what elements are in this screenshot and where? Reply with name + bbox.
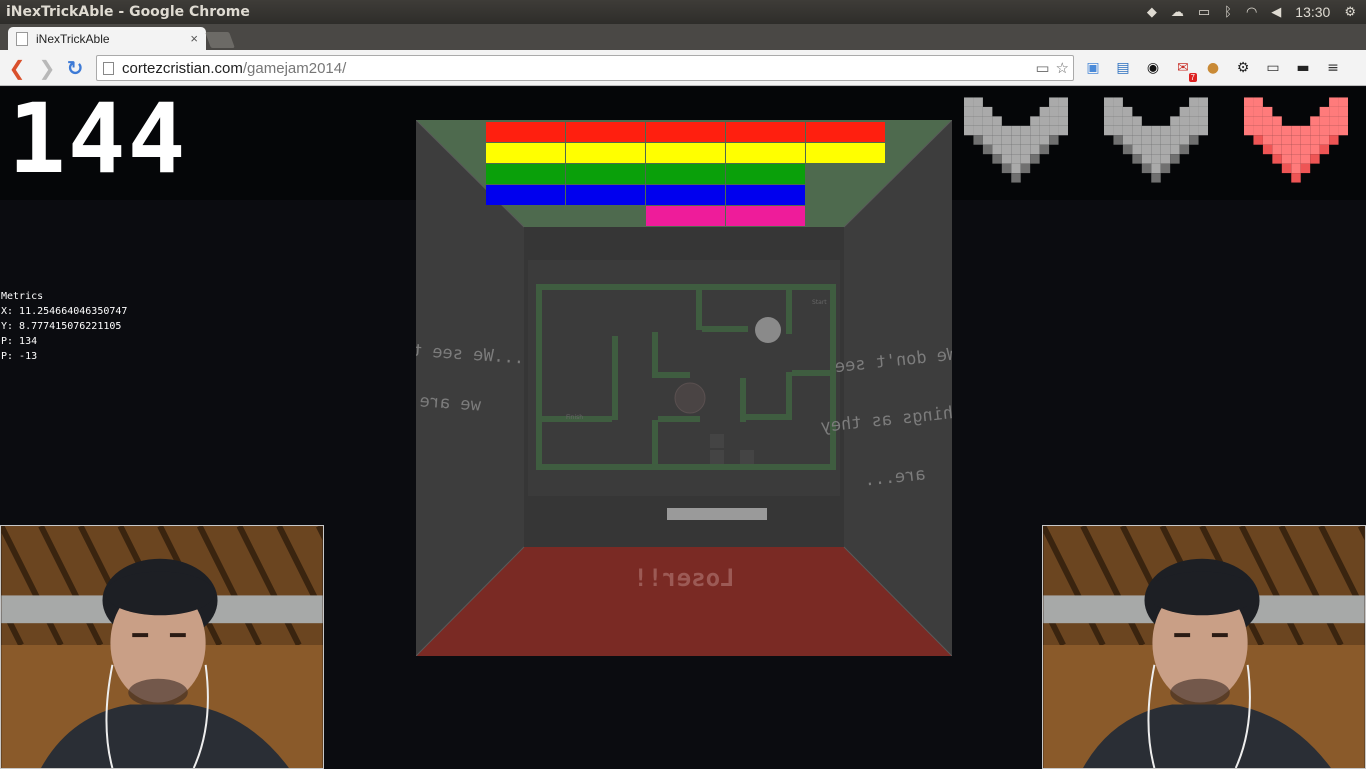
life-heart-icon (964, 97, 1068, 183)
url-path: /gamejam2014/ (242, 59, 347, 77)
maze-finish-label: Finish (566, 414, 583, 421)
cloud-icon[interactable]: ☁ (1171, 5, 1184, 20)
clock[interactable]: 13:30 (1295, 4, 1330, 20)
brick (486, 143, 565, 163)
tab-strip: iNexTrickAble × (0, 24, 1366, 50)
metrics-x: X: 11.254664046350747 (1, 306, 128, 317)
bookmark-star-icon[interactable]: ☆ (1056, 59, 1069, 77)
tab-label: iNexTrickAble (36, 31, 110, 46)
metrics-p2: P: -13 (1, 351, 38, 362)
brick (566, 143, 645, 163)
tab-active[interactable]: iNexTrickAble × (8, 27, 206, 50)
address-bar[interactable]: cortezcristian.com/gamejam2014/ ▭ ☆ (96, 55, 1074, 81)
maze-ball (674, 382, 706, 414)
volume-icon[interactable]: ◀ (1271, 5, 1281, 20)
metrics-heading: Metrics (1, 291, 44, 302)
brick (566, 185, 645, 205)
maze-block (710, 450, 724, 464)
webcam-feed-left (0, 525, 324, 769)
floor-text: Loser!! (633, 564, 734, 592)
dropbox-icon[interactable]: ◆ (1147, 5, 1157, 20)
bluetooth-icon[interactable]: ᛒ (1224, 5, 1232, 20)
metrics-y: Y: 8.777415076221105 (1, 321, 122, 332)
forward-button[interactable]: ❯ (36, 57, 58, 79)
eye-ext-icon[interactable]: ◉ (1142, 57, 1164, 79)
folder-ext-icon[interactable]: ▣ (1082, 57, 1104, 79)
window-title: iNexTrickAble - Google Chrome (6, 4, 250, 20)
life-heart-icon (1104, 97, 1208, 183)
webcam-left-scene (1, 526, 323, 768)
brick (726, 164, 805, 184)
unread-badge: 7 (1188, 73, 1197, 82)
score-counter: 144 (8, 83, 188, 195)
cookie-ext-icon[interactable]: ● (1202, 57, 1224, 79)
url-text[interactable]: cortezcristian.com/gamejam2014/ (122, 60, 346, 77)
new-tab-button[interactable] (205, 32, 235, 48)
cast-ext-icon[interactable]: ▭ (1262, 57, 1284, 79)
maze-start-label: Start (812, 299, 827, 306)
back-button[interactable]: ❮ (6, 57, 28, 79)
screenshot-ext-icon[interactable]: ▤ (1112, 57, 1134, 79)
wifi-icon[interactable]: ◠ (1246, 5, 1257, 20)
floor-message: Loser!! (633, 564, 734, 592)
brick (646, 143, 725, 163)
gear-ext-icon[interactable]: ⚙ (1232, 57, 1254, 79)
brick (646, 122, 725, 142)
camera-icon[interactable]: ▭ (1035, 59, 1049, 77)
browser-toolbar: ❮ ❯ ↻ cortezcristian.com/gamejam2014/ ▭ … (0, 50, 1366, 86)
os-top-panel: iNexTrickAble - Google Chrome ◆ ☁ ▭ ᛒ ◠ … (0, 0, 1366, 24)
menu-icon[interactable]: ≡ (1322, 57, 1344, 79)
maze-block (710, 434, 724, 448)
webcam-right-scene (1043, 526, 1365, 768)
tab-close-icon[interactable]: × (190, 31, 198, 46)
brick (566, 122, 645, 142)
lives-display (964, 95, 1364, 185)
game-board[interactable]: Start Finish ...We see them as we are. W… (416, 120, 952, 656)
metrics-panel: Metrics X: 11.254664046350747 Y: 8.77741… (1, 289, 127, 364)
incognito-ext-icon[interactable]: ▬ (1292, 57, 1314, 79)
battery-icon[interactable]: ▭ (1198, 5, 1210, 20)
url-host: cortezcristian.com (122, 59, 243, 77)
maze-block (740, 450, 754, 464)
reload-button[interactable]: ↻ (64, 57, 86, 79)
page-favicon-icon (16, 31, 28, 46)
settings-cog-icon[interactable]: ⚙ (1344, 5, 1356, 20)
brick (486, 122, 565, 142)
brick (806, 122, 885, 142)
brick (726, 185, 805, 205)
brick (566, 164, 645, 184)
brick (806, 143, 885, 163)
gmail-ext-icon[interactable]: ✉ 7 (1172, 57, 1197, 82)
extension-icons: ▣ ▤ ◉ ✉ 7 ● ⚙ ▭ ▬ ≡ (1082, 56, 1344, 82)
webcam-feed-right (1042, 525, 1366, 769)
brick (726, 122, 805, 142)
page-icon (103, 61, 114, 75)
brick (646, 206, 725, 226)
brick (726, 206, 805, 226)
ball (755, 317, 781, 343)
metrics-p1: P: 134 (1, 336, 38, 347)
brick (646, 164, 725, 184)
brick (646, 185, 725, 205)
paddle[interactable] (667, 508, 767, 520)
brick (486, 164, 565, 184)
brick (486, 185, 565, 205)
brick (726, 143, 805, 163)
game-page: 144 Metrics X: 11.254664046350747 Y: 8.7… (0, 83, 1366, 769)
system-tray: ◆ ☁ ▭ ᛒ ◠ ◀ 13:30 ⚙ (1147, 0, 1366, 24)
life-heart-icon (1244, 97, 1348, 183)
